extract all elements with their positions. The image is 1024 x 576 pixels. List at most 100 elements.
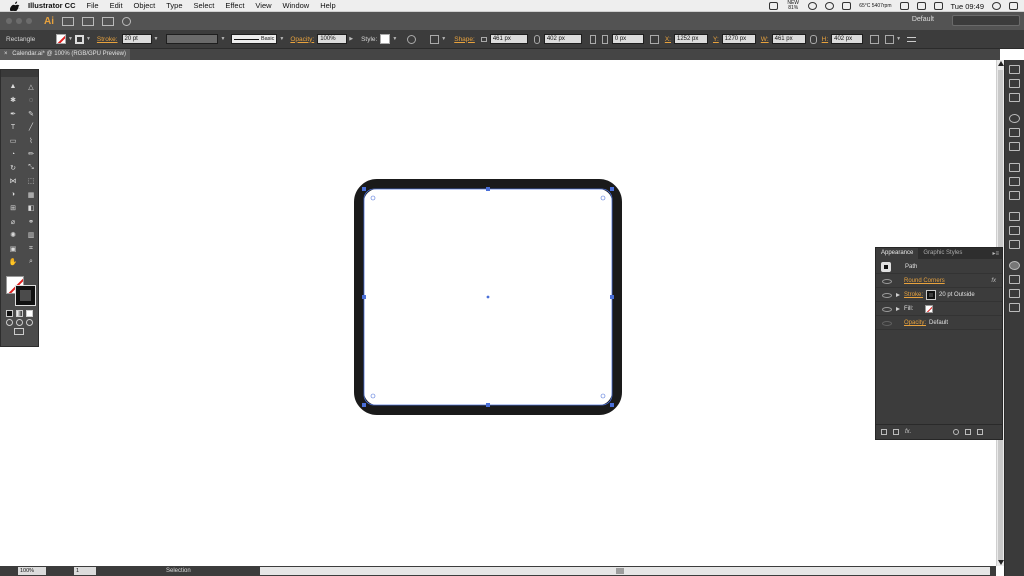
zoom-level-field[interactable]: 100% [18, 567, 46, 575]
direct-selection-tool-icon[interactable]: △ [24, 81, 38, 92]
chevron-down-icon[interactable]: ▼ [220, 36, 225, 42]
handle-top-right[interactable] [610, 187, 614, 191]
eyedropper-tool-icon[interactable]: ⌀ [6, 216, 20, 227]
network-stat[interactable]: NEW 81% [786, 1, 800, 11]
stroke-panel-icon[interactable] [1009, 212, 1020, 221]
appearance-row-opacity[interactable]: Opacity: Default [876, 317, 1002, 330]
draw-normal-icon[interactable] [6, 318, 13, 326]
arrange-documents-icon[interactable] [102, 16, 114, 26]
expand-triangle-icon[interactable] [896, 293, 900, 297]
gradient-panel-icon[interactable] [1009, 226, 1020, 235]
lasso-tool-icon[interactable]: ◌ [24, 95, 38, 106]
shaper-tool-icon[interactable]: ◔ [6, 149, 20, 160]
brush-definition[interactable]: Basic [231, 34, 278, 44]
shape-height-field[interactable]: 402 px [543, 34, 582, 44]
delete-item-icon[interactable] [977, 429, 984, 435]
scale-tool-icon[interactable]: ⤡ [24, 162, 38, 173]
chevron-down-icon[interactable]: ▼ [441, 36, 446, 42]
horizontal-scrollbar[interactable] [260, 567, 990, 575]
round-corners-effect-link[interactable]: Round Corners [904, 278, 945, 284]
add-new-effect-button[interactable]: fx. [905, 429, 911, 435]
rotate-tool-icon[interactable]: ↻ [6, 162, 20, 173]
clubs-icon[interactable] [1009, 191, 1020, 200]
menu-select[interactable]: Select [194, 1, 215, 10]
visibility-eye-icon[interactable] [882, 306, 892, 312]
corner-radius-field[interactable]: 0 px [611, 34, 644, 44]
free-transform-tool-icon[interactable]: ⬚ [24, 176, 38, 187]
handle-bottom-left[interactable] [362, 403, 366, 407]
tools-panel-header[interactable] [1, 70, 38, 77]
screen-mode-icon[interactable] [14, 327, 24, 335]
reference-point-icon[interactable] [649, 34, 659, 44]
properties-icon[interactable] [1009, 65, 1020, 74]
handle-middle-right[interactable] [610, 295, 614, 299]
layers-stack-icon[interactable] [1009, 289, 1020, 298]
line-tool-icon[interactable]: ╱ [24, 122, 38, 133]
handle-middle-left[interactable] [362, 295, 366, 299]
handle-top-center[interactable] [486, 187, 490, 191]
selection-tool-icon[interactable]: ▲ [6, 81, 20, 92]
magic-wand-tool-icon[interactable]: ✱ [6, 95, 20, 106]
curvature-tool-icon[interactable]: ✎ [24, 108, 38, 119]
x-position-field[interactable]: 1252 px [674, 34, 708, 44]
symbols-icon[interactable] [1009, 177, 1020, 186]
width-field[interactable]: 461 px [771, 34, 806, 44]
chevron-down-icon[interactable]: ▼ [154, 36, 159, 42]
shape-builder-tool-icon[interactable]: ◑ [6, 189, 20, 200]
visibility-eye-icon[interactable] [882, 292, 892, 298]
link-proportions-icon[interactable] [809, 34, 817, 44]
width-tool-icon[interactable]: ⋈ [6, 176, 20, 187]
rectangle-tool-icon[interactable]: ▭ [6, 135, 20, 146]
zoom-window-button[interactable] [26, 18, 32, 24]
fx-icon[interactable]: fx [991, 278, 996, 284]
panel-menu-icon[interactable]: ▸≡ [989, 248, 1002, 259]
horizontal-scroll-thumb[interactable] [616, 568, 624, 574]
symbol-sprayer-tool-icon[interactable]: ✺ [6, 230, 20, 241]
blend-tool-icon[interactable]: ⚭ [24, 216, 38, 227]
y-label[interactable]: Y: [713, 36, 719, 43]
dropbox-icon[interactable] [769, 2, 779, 10]
menu-type[interactable]: Type [166, 1, 182, 10]
draw-behind-icon[interactable] [16, 318, 23, 326]
panel-menu-icon[interactable] [907, 36, 917, 42]
shape-label[interactable]: Shape: [454, 36, 475, 43]
appearance-icon[interactable] [1009, 261, 1020, 270]
document-tab[interactable]: × Calendar.ai* @ 100% (RGB/GPU Preview) [0, 49, 130, 60]
chevron-right-icon[interactable]: ▶ [349, 36, 353, 42]
fill-swatch[interactable] [56, 34, 66, 44]
creative-cloud-icon[interactable] [825, 2, 835, 10]
graphic-styles-icon[interactable] [1009, 275, 1020, 284]
minimize-window-button[interactable] [16, 18, 22, 24]
close-window-button[interactable] [6, 18, 12, 24]
zoom-tool-icon[interactable]: ⌕ [24, 257, 38, 268]
color-guide-icon[interactable] [1009, 114, 1020, 123]
hand-tool-icon[interactable]: ✋ [6, 257, 20, 268]
artboards-icon[interactable] [1009, 303, 1020, 312]
temperature-stat[interactable]: 65°C 5407rpm [859, 3, 891, 9]
stroke-label[interactable]: Stroke: [97, 36, 118, 43]
stroke-weight-field[interactable]: 20 pt [121, 34, 152, 44]
chevron-down-icon[interactable]: ▼ [68, 36, 73, 42]
mesh-tool-icon[interactable]: ⊞ [6, 203, 20, 214]
menu-view[interactable]: View [255, 1, 271, 10]
opacity-link[interactable]: Opacity: [904, 320, 926, 326]
shape-width-field[interactable]: 461 px [489, 34, 528, 44]
clock[interactable]: Tue 09:49 [951, 2, 985, 11]
chevron-down-icon[interactable]: ▼ [279, 36, 284, 42]
swatches-icon[interactable] [1009, 142, 1020, 151]
corner-type-icon[interactable] [589, 34, 596, 44]
visibility-eye-icon[interactable] [882, 278, 892, 284]
volume-icon[interactable] [933, 2, 943, 10]
stroke-value[interactable]: 20 pt Outside [939, 292, 975, 298]
draw-inside-icon[interactable] [26, 318, 33, 326]
appearance-row-stroke[interactable]: Stroke: 20 pt Outside [876, 289, 1002, 302]
isolate-icon[interactable] [885, 34, 895, 44]
pen-tool-icon[interactable]: ✒ [6, 108, 20, 119]
fill-none-swatch[interactable] [925, 305, 934, 313]
recolor-artwork-icon[interactable] [407, 34, 417, 44]
x-label[interactable]: X: [665, 36, 671, 43]
apple-menu-icon[interactable] [10, 1, 20, 11]
menu-help[interactable]: Help [320, 1, 335, 10]
menu-window[interactable]: Window [283, 1, 310, 10]
clear-appearance-icon[interactable] [953, 429, 960, 435]
